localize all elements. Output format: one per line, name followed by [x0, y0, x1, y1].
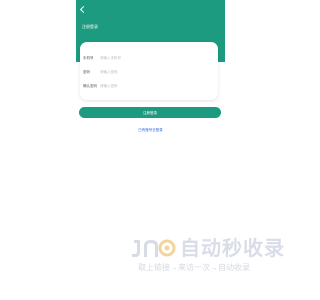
- watermark-logo-icon: [132, 239, 176, 257]
- existing-account-login-link[interactable]: 已有账号去登录: [76, 128, 225, 133]
- form-row-phone: 手机号: [76, 52, 214, 64]
- watermark: 自动秒收录 取上链接→来访一次→自动收录: [130, 236, 285, 276]
- password-label: 密码: [83, 69, 90, 74]
- confirm-password-label: 确认密码: [83, 83, 97, 88]
- form-row-password: 密码: [76, 66, 214, 78]
- password-input[interactable]: [100, 68, 190, 76]
- phone-input[interactable]: [100, 54, 190, 62]
- confirm-password-input[interactable]: [100, 82, 190, 90]
- page-title: 注册登录: [82, 24, 98, 29]
- watermark-subtitle: 取上链接→来访一次→自动收录: [138, 263, 250, 272]
- watermark-title: 自动秒收录: [180, 238, 285, 260]
- register-login-button[interactable]: 注册登录: [79, 107, 221, 118]
- form-row-confirm-password: 确认密码: [76, 80, 214, 92]
- chevron-left-icon[interactable]: [79, 6, 87, 14]
- phone-label: 手机号: [83, 55, 94, 60]
